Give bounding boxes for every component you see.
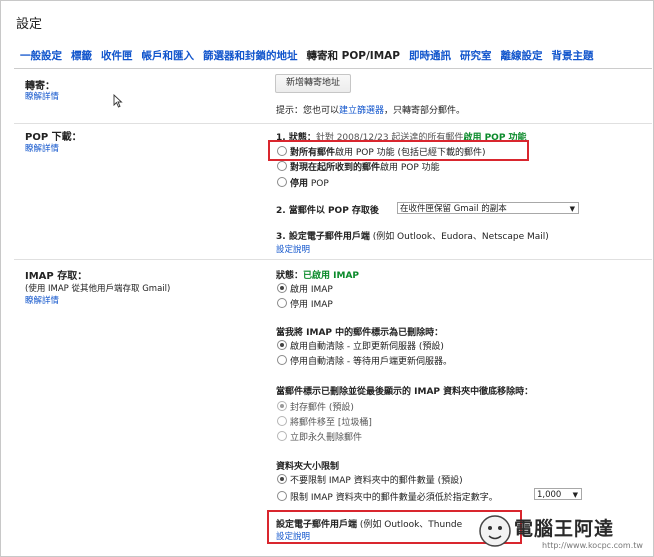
settings-tabs: 一般設定 標籤 收件匣 帳戶和匯入 篩選器和封鎖的地址 轉寄和 POP/IMAP 即時通訊研… [20, 48, 650, 68]
tab-general[interactable]: 一般設定 [20, 48, 62, 63]
tab-labs[interactable]: 研究室 [460, 48, 492, 63]
mouse-cursor-icon [113, 94, 123, 108]
auto-expunge-on-label: 啟用自動清除 - 立即更新伺服器 (預設) [290, 342, 444, 352]
tab-chat[interactable]: 即時通訊 [409, 48, 451, 63]
imap-disable-radio[interactable] [277, 298, 287, 308]
pop-client-label: 3. 設定電子郵件用戶端 [276, 232, 370, 242]
pop-access-label: 2. 當郵件以 POP 存取後 [276, 206, 379, 216]
highlight-box [268, 140, 529, 161]
delete-forever-label: 立即永久刪除郵件 [290, 433, 363, 443]
hint-prefix: 提示：您也可以 [276, 106, 340, 116]
limit-folder-radio[interactable] [277, 491, 287, 501]
imap-enable-label: 啟用 IMAP [290, 285, 333, 295]
watermark: 電腦王阿達 http://www.kocpc.com.tw [472, 512, 650, 554]
no-folder-limit-label: 不要限制 IMAP 資料夾中的郵件數量 (預設) [290, 476, 463, 486]
page-title: 設定 [16, 17, 43, 32]
tab-labels[interactable]: 標籤 [71, 48, 92, 63]
watermark-url: http://www.kocpc.com.tw [542, 541, 643, 550]
imap-disable-label: 停用 IMAP [290, 300, 333, 310]
pop-option-rest: POP [308, 179, 329, 189]
limit-folder-label: 限制 IMAP 資料夾中的郵件數量必須低於指定數字。 [290, 493, 498, 503]
folder-limit-select[interactable]: 1,000 ▼ [534, 488, 582, 500]
no-folder-limit-radio[interactable] [277, 474, 287, 484]
section-divider [14, 123, 652, 124]
imap-sub-label: (使用 IMAP 從其他用戶端存取 Gmail) [25, 284, 171, 294]
mascot-icon [479, 515, 511, 547]
hint-suffix: ，只轉寄部分郵件。 [384, 106, 466, 116]
imap-status-value: 已啟用 IMAP [303, 271, 360, 281]
auto-expunge-off-label: 停用自動清除 - 等待用戶端更新伺服器。 [290, 357, 452, 367]
forwarding-learn-more-link[interactable]: 瞭解詳情 [25, 90, 59, 102]
tab-offline[interactable]: 離線設定 [501, 48, 543, 63]
tab-filters[interactable]: 篩選器和封鎖的地址 [203, 48, 298, 63]
tab-accounts[interactable]: 帳戶和匯入 [142, 48, 195, 63]
tab-themes[interactable]: 背景主題 [552, 48, 594, 63]
imap-status-label: 狀態： [276, 271, 304, 281]
auto-expunge-off-radio[interactable] [277, 355, 287, 365]
imap-label: IMAP 存取： [25, 271, 88, 282]
pop-option-rest: 啟用 POP 功能 [380, 163, 440, 173]
archive-message-radio[interactable] [277, 401, 287, 411]
pop-client-setup: 3. 設定電子郵件用戶端 (例如 Outlook、Eudora、Netscape… [276, 229, 549, 242]
pop-option-bold: 對現在起所收到的郵件 [290, 163, 381, 173]
tab-divider [14, 68, 652, 69]
imap-status: 狀態：已啟用 IMAP [276, 268, 359, 281]
imap-enable-radio[interactable] [277, 283, 287, 293]
imap-deleted-heading: 當我將 IMAP 中的郵件標示為已刪除時： [276, 328, 444, 338]
archive-message-label: 封存郵件 (預設) [290, 403, 354, 413]
tab-inbox[interactable]: 收件匣 [101, 48, 133, 63]
imap-learn-more-link[interactable]: 瞭解詳情 [25, 294, 59, 306]
tab-forwarding-pop-imap[interactable]: 轉寄和 POP/IMAP [307, 48, 401, 63]
imap-expunge-heading: 當郵件標示已刪除並從最後顯示的 IMAP 資料夾中徹底移除時： [276, 387, 534, 397]
watermark-text: 電腦王阿達 [514, 518, 615, 540]
chevron-down-icon: ▼ [572, 491, 578, 499]
pop-setup-instructions-link[interactable]: 設定說明 [276, 243, 310, 255]
pop-new-mail-radio[interactable] [277, 161, 287, 171]
pop-learn-more-link[interactable]: 瞭解詳情 [25, 142, 59, 154]
move-to-trash-label: 將郵件移至 [垃圾桶] [290, 418, 372, 428]
create-filter-link[interactable]: 建立篩選器 [339, 106, 384, 116]
delete-forever-radio[interactable] [277, 431, 287, 441]
pop-access-select[interactable]: 在收件匣保留 Gmail 的副本 ▼ [397, 202, 579, 214]
pop-access-select-value: 在收件匣保留 Gmail 的副本 [400, 204, 507, 214]
pop-client-detail: (例如 Outlook、Eudora、Netscape Mail) [369, 232, 549, 242]
add-forwarding-address-button[interactable]: 新增轉寄地址 [275, 74, 351, 93]
move-to-trash-radio[interactable] [277, 416, 287, 426]
section-divider [14, 259, 652, 260]
pop-label: POP 下載： [25, 132, 82, 143]
chevron-down-icon: ▼ [569, 205, 575, 213]
auto-expunge-on-radio[interactable] [277, 340, 287, 350]
pop-option-label: 停用 POP [290, 176, 329, 189]
forwarding-hint: 提示：您也可以建立篩選器，只轉寄部分郵件。 [276, 103, 465, 116]
pop-disable-radio[interactable] [277, 177, 287, 187]
pop-option-bold: 停用 [290, 179, 309, 189]
folder-size-heading: 資料夾大小限制 [276, 462, 340, 472]
folder-limit-select-value: 1,000 [537, 490, 562, 500]
pop-option-label: 對現在起所收到的郵件啟用 POP 功能 [290, 160, 440, 173]
